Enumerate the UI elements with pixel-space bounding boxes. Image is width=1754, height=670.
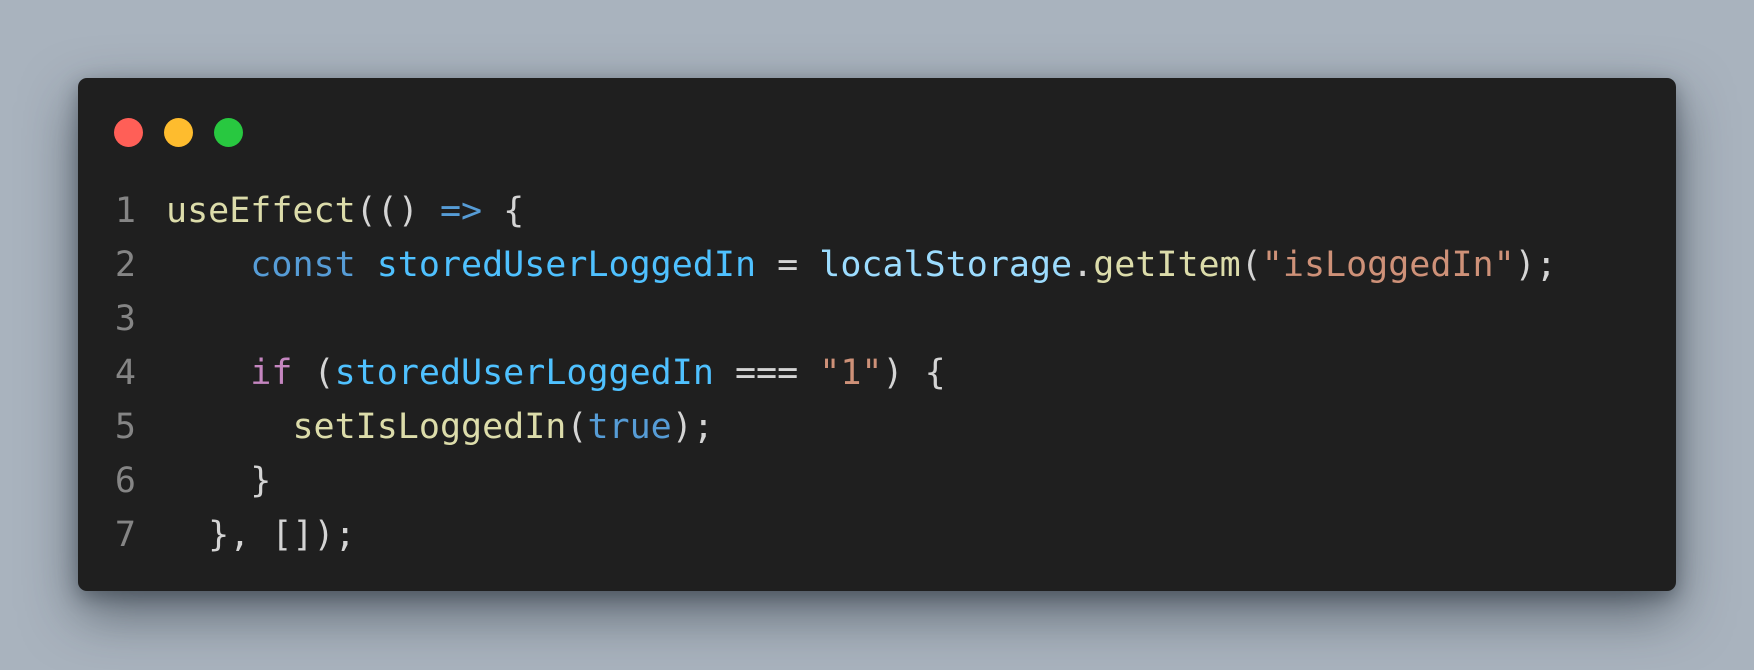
line-number: 4 <box>114 353 136 393</box>
line-number: 1 <box>114 191 136 231</box>
close-dot-icon[interactable] <box>114 118 143 147</box>
code-token: if <box>250 353 293 393</box>
code-line: 5 setIsLoggedIn(true); <box>78 400 1676 454</box>
code-token: { <box>482 191 525 231</box>
code-token: storedUserLoggedIn <box>334 353 714 393</box>
code-line: 6 } <box>78 454 1676 508</box>
code-window: 1 useEffect(() => {2 const storedUserLogg… <box>78 78 1676 591</box>
code-line: 7 }, []); <box>78 508 1676 562</box>
code-token: => <box>439 191 483 231</box>
code-token: ); <box>1514 245 1557 285</box>
code-token: getItem <box>1093 245 1241 285</box>
line-source: setIsLoggedIn(true); <box>166 400 714 454</box>
code-token: const <box>250 245 356 285</box>
code-token: useEffect <box>166 191 356 231</box>
code-token: "isLoggedIn" <box>1261 245 1515 285</box>
code-token: }, []); <box>166 515 356 555</box>
maximize-dot-icon[interactable] <box>214 118 243 147</box>
line-number: 7 <box>114 515 136 555</box>
code-token: . <box>1072 245 1094 285</box>
code-token: ( <box>566 407 588 447</box>
line-number: 5 <box>114 407 136 447</box>
code-token: = <box>756 245 820 285</box>
code-line: 3 <box>78 292 1676 346</box>
line-source: }, []); <box>166 508 356 562</box>
line-number: 6 <box>114 461 136 501</box>
code-token: setIsLoggedIn <box>292 407 567 447</box>
code-token: (() <box>355 191 440 231</box>
line-source: useEffect(() => { <box>166 184 524 238</box>
line-source: const storedUserLoggedIn = localStorage.… <box>166 238 1557 292</box>
code-block: 1 useEffect(() => {2 const storedUserLogg… <box>78 184 1676 562</box>
line-number: 2 <box>114 245 136 285</box>
code-token: storedUserLoggedIn <box>376 245 757 285</box>
code-line: 2 const storedUserLoggedIn = localStorag… <box>78 238 1676 292</box>
minimize-dot-icon[interactable] <box>164 118 193 147</box>
code-token: ( <box>1240 245 1262 285</box>
code-token: localStorage <box>819 245 1073 285</box>
code-token: } <box>166 461 272 501</box>
line-number: 3 <box>114 299 136 339</box>
line-source: if (storedUserLoggedIn === "1") { <box>166 346 946 400</box>
code-token: true <box>587 407 672 447</box>
code-token: === <box>713 353 820 393</box>
code-line: 1 useEffect(() => { <box>78 184 1676 238</box>
code-token: ); <box>671 407 714 447</box>
line-source: } <box>166 454 271 508</box>
code-token: "1" <box>819 353 883 393</box>
code-token: ) { <box>882 353 946 393</box>
code-token: ( <box>292 353 335 393</box>
code-line: 4 if (storedUserLoggedIn === "1") { <box>78 346 1676 400</box>
